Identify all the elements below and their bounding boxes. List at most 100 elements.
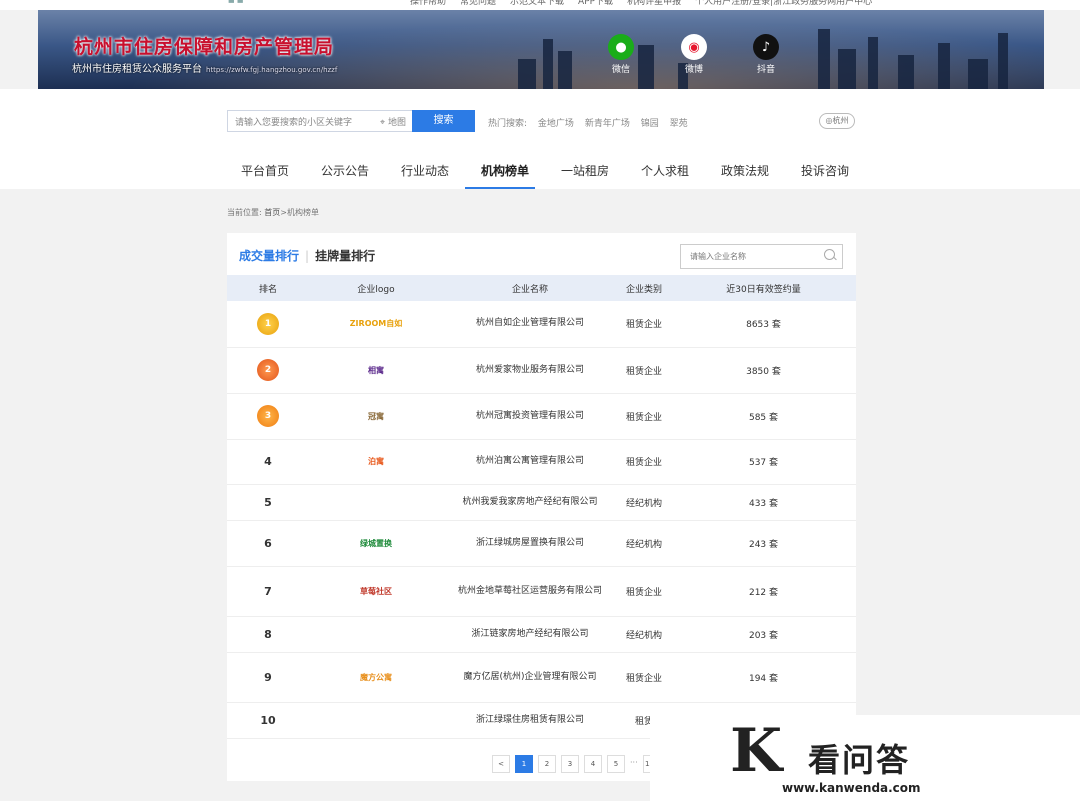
nav-complaints[interactable]: 投诉咨询 (785, 154, 865, 189)
table-row[interactable]: 4 泊寓 杭州泊寓公寓管理有限公司 租赁企业 537 套 (227, 439, 856, 485)
medal-icon: 3 (257, 405, 279, 427)
map-link[interactable]: ⌖ 地图 (380, 115, 406, 128)
top-link[interactable]: APP下载 (578, 0, 613, 7)
top-links: 操作帮助 常见问题 示范文本下载 APP下载 机构评星申报 个人用户注册/登录|浙江政务服… (410, 0, 886, 7)
medal-icon: 1 (257, 312, 279, 335)
table-row[interactable]: 2 相寓 杭州爱家物业服务有限公司 租赁企业 3850 套 (227, 347, 856, 394)
skyline-building (543, 39, 553, 89)
nav-policies[interactable]: 政策法规 (705, 154, 785, 189)
hot-search-item[interactable]: 锦园 (641, 119, 659, 129)
site-title: 杭州市住房保障和房产管理局 (74, 36, 335, 58)
header-company-name: 企业名称 (511, 284, 548, 295)
breadcrumb-home[interactable]: 首页 (264, 208, 280, 217)
top-link[interactable]: 机构评星申报 (627, 0, 681, 7)
signing-count: 212 套 (671, 566, 856, 617)
signing-count: 3850 套 (671, 347, 856, 394)
city-selector[interactable]: ◎杭州 (819, 113, 855, 129)
nav-agency-ranking[interactable]: 机构榜单 (465, 154, 545, 189)
header-signings-30d: 近30日有效签约量 (726, 284, 801, 295)
company-type: 租赁企业 (617, 652, 671, 703)
company-name[interactable]: 杭州自如企业管理有限公司 (443, 301, 617, 348)
rank-cell: 5 (227, 484, 309, 521)
weibo-icon: ◉ (681, 34, 707, 60)
tab-transaction-volume[interactable]: 成交量排行 (239, 249, 299, 263)
company-logo (309, 616, 443, 653)
nav-industry-news[interactable]: 行业动态 (385, 154, 465, 189)
company-name[interactable]: 杭州爱家物业服务有限公司 (443, 347, 617, 394)
nav-personal-request[interactable]: 个人求租 (625, 154, 705, 189)
table-row[interactable]: 1 ZIROOM自如 杭州自如企业管理有限公司 租赁企业 8653 套 (227, 301, 856, 348)
douyin-icon: ♪ (753, 34, 779, 60)
header-logo: 企业logo (357, 284, 395, 295)
company-name[interactable]: 魔方亿居(杭州)企业管理有限公司 (443, 652, 617, 703)
table-row[interactable]: 5 杭州我爱我家房地产经纪有限公司 经纪机构 433 套 (227, 484, 856, 521)
table-row[interactable]: 7 草莓社区 杭州金地草莓社区运营服务有限公司 租赁企业 212 套 (227, 566, 856, 617)
top-link[interactable]: 个人用户注册/登录|浙江政务服务网用户中心 (695, 0, 872, 7)
rank-cell: 6 (227, 520, 309, 567)
page-2-button[interactable]: 2 (538, 755, 556, 773)
table-row[interactable]: 9 魔方公寓 魔方亿居(杭州)企业管理有限公司 租赁企业 194 套 (227, 652, 856, 703)
skyline-building (558, 51, 572, 89)
signing-count: 537 套 (671, 439, 856, 485)
skyline-building (868, 37, 878, 89)
watermark-logo: K (730, 716, 783, 786)
wechat-icon: ● (608, 34, 634, 60)
tab-listing-volume[interactable]: 挂牌量排行 (315, 249, 375, 263)
table-row[interactable]: 3 冠寓 杭州冠寓投资管理有限公司 租赁企业 585 套 (227, 393, 856, 440)
page-1-button[interactable]: 1 (515, 755, 533, 773)
page-3-button[interactable]: 3 (561, 755, 579, 773)
breadcrumb-current: 机构榜单 (286, 208, 319, 217)
company-type: 租赁企业 (617, 393, 671, 440)
douyin-link[interactable]: ♪ 抖音 (746, 34, 786, 75)
company-name[interactable]: 杭州泊寓公寓管理有限公司 (443, 439, 617, 485)
company-name[interactable]: 杭州我爱我家房地产经纪有限公司 (443, 484, 617, 521)
site-subtitle: 杭州市住房租赁公众服务平台 https://zwfw.fgj.hangzhou.g… (72, 64, 338, 75)
prev-page-button[interactable]: < (492, 755, 510, 773)
hot-search-item[interactable]: 金地广场 (538, 119, 574, 129)
nav-announcements[interactable]: 公示公告 (305, 154, 385, 189)
ranking-card: 成交量排行 | 挂牌量排行 请输入企业名称 排名 企业logo 企业名称 企业类别 … (227, 233, 856, 781)
top-utility-bar: ■ ■ 操作帮助 常见问题 示范文本下载 APP下载 机构评星申报 个人用户注册/登录|浙… (0, 0, 1080, 10)
watermark-url: www.kanwenda.com (782, 781, 921, 795)
page-4-button[interactable]: 4 (584, 755, 602, 773)
kanwenda-watermark: K 看问答 www.kanwenda.com (650, 715, 1080, 801)
company-name[interactable]: 杭州金地草莓社区运营服务有限公司 (443, 566, 617, 617)
ranking-tabs: 成交量排行 | 挂牌量排行 (239, 247, 375, 264)
hot-search-item[interactable]: 翠苑 (670, 119, 688, 129)
top-link[interactable]: 示范文本下载 (510, 0, 564, 7)
skyline-building (938, 43, 950, 89)
table-row[interactable]: 8 浙江链家房地产经纪有限公司 经纪机构 203 套 (227, 616, 856, 653)
nav-home[interactable]: 平台首页 (225, 154, 305, 189)
company-type: 租赁企业 (617, 347, 671, 394)
company-logo (309, 702, 443, 739)
wechat-link[interactable]: ● 微信 (601, 34, 641, 75)
company-name[interactable]: 杭州冠寓投资管理有限公司 (443, 393, 617, 440)
nav-one-stop-rental[interactable]: 一站租房 (545, 154, 625, 189)
company-name[interactable]: 浙江绿城房屋置换有限公司 (443, 520, 617, 567)
signing-count: 8653 套 (671, 301, 856, 348)
search-button[interactable]: 搜索 (412, 110, 475, 132)
company-search-input[interactable]: 请输入企业名称 (680, 244, 843, 269)
hot-search-item[interactable]: 新青年广场 (585, 119, 630, 129)
company-logo: 魔方公寓 (309, 652, 443, 703)
table-row[interactable]: 6 绿城置换 浙江绿城房屋置换有限公司 经纪机构 243 套 (227, 520, 856, 567)
company-logo: 草莓社区 (309, 566, 443, 617)
top-link[interactable]: 操作帮助 (410, 0, 446, 7)
community-search-input[interactable]: 请输入您要搜索的小区关键字 ⌖ 地图 (227, 110, 413, 132)
search-icon[interactable] (824, 249, 835, 260)
company-type: 经纪机构 (617, 616, 671, 653)
partner-logos: ■ ■ (228, 0, 244, 4)
company-logo: ZIROOM自如 (309, 301, 443, 348)
skyline-building (968, 59, 988, 89)
company-logo (309, 484, 443, 521)
company-logo: 相寓 (309, 347, 443, 394)
page-5-button[interactable]: 5 (607, 755, 625, 773)
top-link[interactable]: 常见问题 (460, 0, 496, 7)
weibo-link[interactable]: ◉ 微博 (674, 34, 714, 75)
company-logo: 绿城置换 (309, 520, 443, 567)
company-name[interactable]: 浙江链家房地产经纪有限公司 (443, 616, 617, 653)
skyline-building (518, 59, 536, 89)
main-nav: 平台首页 公示公告 行业动态 机构榜单 一站租房 个人求租 政策法规 投诉咨询 (225, 154, 865, 189)
company-name[interactable]: 浙江绿璟住房租赁有限公司 (443, 702, 617, 739)
skyline-building (838, 49, 856, 89)
